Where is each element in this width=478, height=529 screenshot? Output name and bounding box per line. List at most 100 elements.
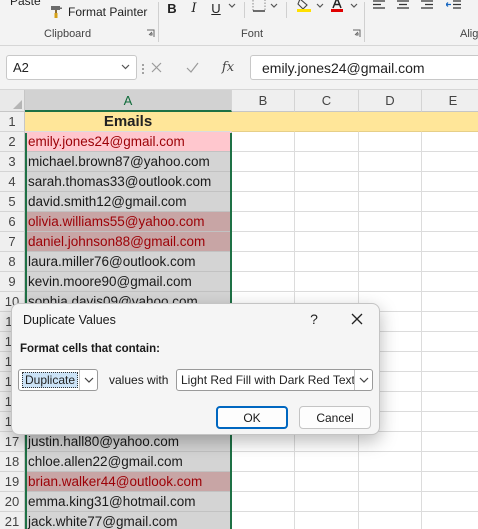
email-cell[interactable]: sarah.thomas33@outlook.com bbox=[25, 172, 232, 192]
cell[interactable] bbox=[359, 252, 422, 272]
row-header[interactable]: 9 bbox=[0, 272, 25, 292]
email-cell[interactable]: emily.jones24@gmail.com bbox=[25, 132, 232, 152]
cell[interactable] bbox=[422, 412, 478, 432]
cell[interactable] bbox=[295, 492, 359, 512]
cell[interactable] bbox=[422, 152, 478, 172]
cell[interactable] bbox=[295, 452, 359, 472]
email-cell[interactable]: olivia.williams55@yahoo.com bbox=[25, 212, 232, 232]
row-header[interactable]: 7 bbox=[0, 232, 25, 252]
cell[interactable] bbox=[295, 432, 359, 452]
cell[interactable] bbox=[422, 172, 478, 192]
format-select[interactable]: Light Red Fill with Dark Red Text bbox=[176, 369, 373, 391]
cell[interactable] bbox=[422, 292, 478, 312]
cell[interactable] bbox=[232, 452, 295, 472]
email-cell[interactable]: david.smith12@gmail.com bbox=[25, 192, 232, 212]
cell[interactable] bbox=[232, 212, 295, 232]
cell[interactable] bbox=[232, 112, 295, 132]
email-cell[interactable]: laura.miller76@outlook.com bbox=[25, 252, 232, 272]
row-header[interactable]: 17 bbox=[0, 432, 25, 452]
italic-button[interactable]: I bbox=[188, 0, 200, 16]
cell[interactable] bbox=[232, 232, 295, 252]
email-cell[interactable]: michael.brown87@yahoo.com bbox=[25, 152, 232, 172]
formula-input[interactable]: emily.jones24@gmail.com bbox=[250, 55, 478, 80]
cell[interactable] bbox=[359, 172, 422, 192]
cell[interactable] bbox=[359, 212, 422, 232]
bold-button[interactable]: B bbox=[166, 0, 178, 16]
fill-color-icon[interactable] bbox=[296, 0, 312, 13]
cell[interactable] bbox=[422, 232, 478, 252]
format-dropdown[interactable] bbox=[354, 370, 372, 390]
row-header[interactable]: 19 bbox=[0, 472, 25, 492]
cell[interactable] bbox=[232, 512, 295, 529]
cell[interactable] bbox=[232, 172, 295, 192]
cell[interactable] bbox=[359, 512, 422, 529]
format-painter-button[interactable]: Format Painter bbox=[50, 3, 147, 21]
cancel-button[interactable]: Cancel bbox=[299, 406, 371, 429]
cell[interactable] bbox=[295, 152, 359, 172]
row-header[interactable]: 5 bbox=[0, 192, 25, 212]
cancel-entry-button[interactable] bbox=[145, 55, 167, 80]
cell[interactable] bbox=[422, 312, 478, 332]
ok-button[interactable]: OK bbox=[216, 406, 288, 429]
cell[interactable] bbox=[359, 452, 422, 472]
cell[interactable] bbox=[232, 492, 295, 512]
enter-button[interactable] bbox=[181, 55, 203, 80]
email-cell[interactable]: kevin.moore90@gmail.com bbox=[25, 272, 232, 292]
cell[interactable] bbox=[295, 472, 359, 492]
chevron-down-icon[interactable] bbox=[121, 64, 130, 70]
cell[interactable] bbox=[232, 432, 295, 452]
cell[interactable] bbox=[422, 332, 478, 352]
row-header[interactable]: 4 bbox=[0, 172, 25, 192]
cell[interactable] bbox=[295, 272, 359, 292]
underline-button[interactable]: U bbox=[210, 0, 222, 16]
cell[interactable] bbox=[295, 172, 359, 192]
decrease-indent-icon[interactable] bbox=[446, 0, 462, 10]
row-header[interactable]: 6 bbox=[0, 212, 25, 232]
font-dialog-launcher-icon[interactable] bbox=[352, 29, 361, 38]
row-header[interactable]: 1 bbox=[0, 112, 25, 132]
row-header[interactable]: 21 bbox=[0, 512, 25, 529]
cell[interactable] bbox=[232, 252, 295, 272]
cell[interactable] bbox=[295, 252, 359, 272]
email-cell[interactable]: jack.white77@gmail.com bbox=[25, 512, 232, 529]
cell[interactable] bbox=[422, 472, 478, 492]
row-header[interactable]: 8 bbox=[0, 252, 25, 272]
cell[interactable] bbox=[359, 472, 422, 492]
row-header[interactable]: 3 bbox=[0, 152, 25, 172]
email-cell[interactable]: brian.walker44@outlook.com bbox=[25, 472, 232, 492]
row-header[interactable]: 18 bbox=[0, 452, 25, 472]
cell[interactable] bbox=[422, 372, 478, 392]
cell[interactable] bbox=[295, 132, 359, 152]
email-cell[interactable]: justin.hall80@yahoo.com bbox=[25, 432, 232, 452]
cell[interactable] bbox=[295, 212, 359, 232]
underline-dropdown-icon[interactable] bbox=[228, 3, 236, 9]
clipboard-dialog-launcher-icon[interactable] bbox=[146, 29, 155, 38]
close-button[interactable] bbox=[339, 307, 375, 331]
cell[interactable] bbox=[359, 132, 422, 152]
cell[interactable] bbox=[295, 512, 359, 529]
cell[interactable] bbox=[359, 112, 422, 132]
cell[interactable] bbox=[295, 232, 359, 252]
column-header-c[interactable]: C bbox=[295, 90, 359, 112]
cell[interactable] bbox=[359, 152, 422, 172]
cell[interactable] bbox=[295, 112, 359, 132]
row-header[interactable]: 2 bbox=[0, 132, 25, 152]
align-center-icon[interactable] bbox=[396, 0, 410, 10]
cell[interactable] bbox=[422, 252, 478, 272]
cell[interactable] bbox=[295, 192, 359, 212]
cell[interactable] bbox=[422, 392, 478, 412]
cell[interactable] bbox=[422, 132, 478, 152]
help-button[interactable]: ? bbox=[304, 307, 324, 331]
align-left-icon[interactable] bbox=[372, 0, 386, 10]
cell[interactable] bbox=[422, 512, 478, 529]
insert-function-button[interactable]: fx bbox=[217, 55, 239, 80]
fill-color-dropdown-icon[interactable] bbox=[316, 3, 324, 9]
cell[interactable] bbox=[422, 492, 478, 512]
cell[interactable] bbox=[422, 112, 478, 132]
cell[interactable] bbox=[422, 432, 478, 452]
column-header-a[interactable]: A bbox=[25, 90, 232, 112]
align-right-icon[interactable] bbox=[420, 0, 434, 10]
select-all-button[interactable] bbox=[0, 90, 25, 112]
header-cell[interactable]: Emails bbox=[25, 112, 232, 132]
row-header[interactable]: 20 bbox=[0, 492, 25, 512]
